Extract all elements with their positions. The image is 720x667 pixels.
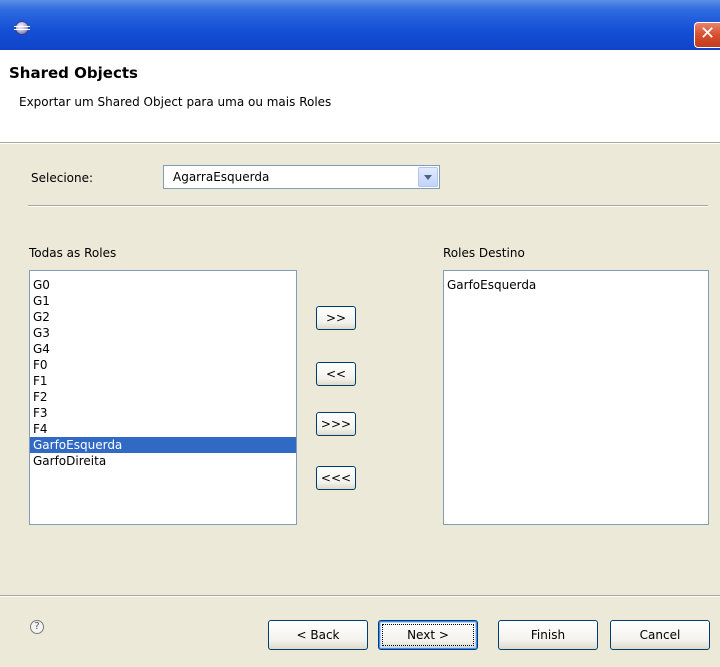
page-title: Shared Objects [9,64,138,82]
list-item-selected[interactable]: GarfoEsquerda [30,437,296,453]
help-icon[interactable]: ? [30,620,44,634]
finish-button[interactable]: Finish [498,620,598,650]
selector-label: Selecione: [31,171,94,185]
next-button[interactable]: Next > [378,620,478,650]
target-roles-list[interactable]: GarfoEsquerda [443,270,709,525]
source-roles-list[interactable]: G0 G1 G2 G3 G4 F0 F1 F2 F3 F4 GarfoEsque… [29,270,297,525]
add-all-button[interactable]: >>> [316,412,356,436]
eclipse-app-icon [14,22,30,34]
list-item[interactable]: F3 [30,405,296,421]
list-item[interactable]: GarfoEsquerda [444,277,708,293]
header-divider-highlight [0,143,720,144]
remove-all-button[interactable]: <<< [316,466,356,490]
cancel-button[interactable]: Cancel [610,620,710,650]
list-item[interactable]: F4 [30,421,296,437]
focus-ring [382,624,474,646]
footer-divider-highlight [0,596,720,597]
list-item[interactable]: G0 [30,277,296,293]
page-description: Exportar um Shared Object para uma ou ma… [19,95,332,109]
source-list-label: Todas as Roles [29,246,117,260]
chevron-down-icon[interactable] [418,167,438,187]
list-item[interactable]: F0 [30,357,296,373]
list-item[interactable]: G2 [30,309,296,325]
section-divider-highlight [28,206,708,207]
shared-object-select[interactable]: AgarraEsquerda [163,165,440,189]
list-item[interactable]: F1 [30,373,296,389]
select-value: AgarraEsquerda [173,170,270,184]
list-item[interactable]: F2 [30,389,296,405]
list-item[interactable]: G1 [30,293,296,309]
back-button[interactable]: < Back [268,620,368,650]
target-list-label: Roles Destino [443,246,525,260]
close-button[interactable]: ✕ [694,22,720,48]
remove-button[interactable]: << [316,362,356,386]
title-bar[interactable] [0,0,720,50]
list-item[interactable]: G4 [30,341,296,357]
list-item[interactable]: G3 [30,325,296,341]
add-button[interactable]: >> [316,306,356,330]
list-item[interactable]: GarfoDireita [30,453,296,469]
